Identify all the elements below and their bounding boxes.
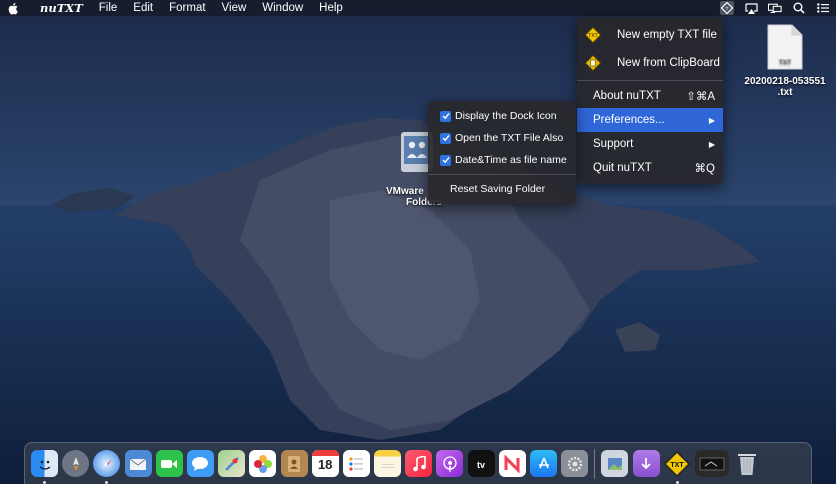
app-menu-nutxt[interactable]: nuTXT bbox=[32, 0, 91, 16]
calendar-icon[interactable]: 18 bbox=[311, 450, 339, 477]
txt-file-badge: TXT bbox=[779, 59, 791, 66]
menu-item-support[interactable]: Support ▶ bbox=[577, 132, 723, 156]
menu-help[interactable]: Help bbox=[311, 0, 351, 16]
submenu-arrow-icon: ▶ bbox=[708, 139, 715, 149]
dock-divider bbox=[594, 448, 596, 479]
menu-separator bbox=[428, 174, 576, 175]
launchpad-icon[interactable] bbox=[62, 450, 90, 477]
menu-item-new-from-clipboard[interactable]: New from ClipBoard bbox=[577, 49, 723, 77]
status-icons: T bbox=[720, 0, 830, 16]
checkbox-checked-icon[interactable] bbox=[440, 154, 451, 166]
contacts-icon[interactable] bbox=[280, 450, 308, 477]
system-preferences-icon[interactable] bbox=[561, 450, 589, 477]
podcasts-icon[interactable] bbox=[436, 450, 464, 477]
file-name-line1: 20200218-053551 bbox=[744, 76, 826, 87]
svg-text:TXT: TXT bbox=[588, 33, 597, 39]
menu-separator bbox=[577, 80, 723, 81]
messages-icon[interactable] bbox=[186, 450, 214, 477]
safari-icon[interactable] bbox=[93, 450, 121, 484]
nutxt-icon[interactable]: TXT bbox=[664, 450, 691, 484]
checkbox-checked-icon[interactable] bbox=[440, 132, 451, 144]
txt-diamond-icon: TXT bbox=[585, 27, 601, 43]
txt-document-icon: TXT bbox=[767, 24, 803, 70]
list-icon[interactable] bbox=[816, 1, 830, 15]
facetime-icon[interactable] bbox=[155, 450, 183, 477]
file-name-line2: .txt bbox=[777, 87, 793, 98]
dock: 18 tv TXT bbox=[24, 442, 812, 484]
photos-icon[interactable] bbox=[249, 450, 277, 477]
pref-open-txt-file-also[interactable]: Open the TXT File Also bbox=[428, 127, 576, 149]
pref-display-dock-icon[interactable]: Display the Dock Icon bbox=[428, 105, 576, 127]
nutxt-status-icon[interactable]: T bbox=[720, 1, 734, 15]
submenu-arrow-icon: ▶ bbox=[708, 115, 715, 125]
apple-menu-icon[interactable] bbox=[8, 2, 22, 15]
nutxt-status-menu: TXT New empty TXT file New from ClipBoar… bbox=[577, 17, 723, 184]
menu-format[interactable]: Format bbox=[161, 0, 213, 16]
menu-edit[interactable]: Edit bbox=[125, 0, 161, 16]
music-icon[interactable] bbox=[405, 450, 433, 477]
notes-icon[interactable] bbox=[374, 450, 402, 477]
finder-icon[interactable] bbox=[31, 450, 58, 484]
mail-icon[interactable] bbox=[124, 450, 152, 477]
menu-window[interactable]: Window bbox=[254, 0, 311, 16]
svg-text:T: T bbox=[726, 6, 729, 11]
screenshot-icon[interactable] bbox=[694, 450, 729, 477]
menu-item-new-empty-txt[interactable]: TXT New empty TXT file bbox=[577, 21, 723, 49]
reminders-icon[interactable] bbox=[342, 450, 370, 477]
nutxt-badge: TXT bbox=[671, 462, 685, 469]
display-icon[interactable] bbox=[768, 1, 782, 15]
pref-datetime-file-name[interactable]: Date&Time as file name bbox=[428, 149, 576, 171]
calendar-day: 18 bbox=[317, 457, 333, 472]
svg-text:tv: tv bbox=[477, 460, 485, 470]
menu-item-about[interactable]: About nuTXT ⇧⌘A bbox=[577, 84, 723, 108]
app-store-icon[interactable] bbox=[530, 450, 557, 477]
checkbox-checked-icon[interactable] bbox=[440, 110, 451, 122]
airplay-icon[interactable] bbox=[744, 1, 758, 15]
maps-icon[interactable] bbox=[218, 450, 246, 477]
preferences-submenu: Display the Dock Icon Open the TXT File … bbox=[428, 101, 576, 204]
pref-reset-saving-folder[interactable]: Reset Saving Folder bbox=[428, 178, 576, 200]
tv-icon[interactable]: tv bbox=[467, 450, 495, 477]
trash-icon[interactable] bbox=[733, 450, 760, 477]
preview-icon[interactable] bbox=[601, 450, 629, 477]
downloads-folder-icon[interactable] bbox=[632, 450, 660, 477]
menu-item-quit[interactable]: Quit nuTXT ⌘Q bbox=[577, 156, 723, 180]
menu-file[interactable]: File bbox=[91, 0, 126, 16]
about-shortcut: ⇧⌘A bbox=[686, 91, 715, 103]
desktop-txt-file[interactable]: TXT 20200218-053551 .txt bbox=[740, 24, 830, 98]
menu-bar: nuTXT File Edit Format View Window Help … bbox=[0, 0, 836, 16]
news-icon[interactable] bbox=[498, 450, 526, 477]
search-icon[interactable] bbox=[792, 1, 806, 15]
clipboard-diamond-icon bbox=[585, 55, 601, 71]
menu-view[interactable]: View bbox=[214, 0, 255, 16]
menu-item-preferences[interactable]: Preferences... ▶ bbox=[577, 108, 723, 132]
quit-shortcut: ⌘Q bbox=[694, 163, 715, 175]
